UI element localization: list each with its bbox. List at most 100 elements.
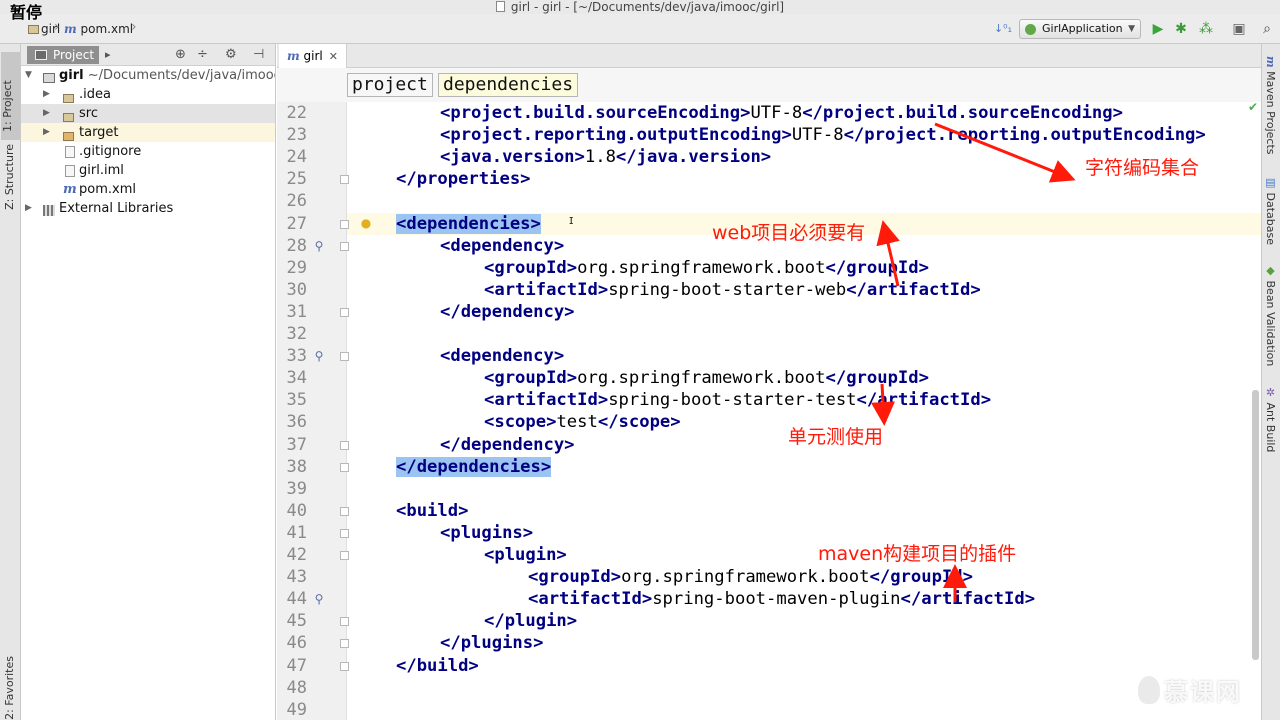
tool-tab-database[interactable]: ▤ Database xyxy=(1264,176,1277,245)
build-icon[interactable]: ↓⁰₁ xyxy=(993,19,1013,39)
code-line: <groupId>org.springframework.boot</group… xyxy=(528,566,973,588)
database-icon: ▤ xyxy=(1264,176,1277,189)
editor-tab-girl[interactable]: m girl ✕ xyxy=(279,44,347,68)
flame-icon xyxy=(1138,676,1160,704)
dependency-gutter-icon[interactable]: ⚲ xyxy=(313,239,325,253)
run-configuration-select[interactable]: GirlApplication ▼ xyxy=(1019,19,1141,39)
xml-text: spring-boot-maven-plugin xyxy=(652,589,901,610)
xml-text: spring-boot-starter-web xyxy=(608,279,847,300)
tree-item-girl[interactable]: ▼ girl ~/Documents/dev/java/imooc/girl xyxy=(21,66,275,85)
maven-icon: m xyxy=(63,182,77,197)
line-number: 46 xyxy=(286,633,307,654)
project-structure-icon[interactable]: ▣ xyxy=(1229,19,1249,39)
tree-item-girl-iml[interactable]: girl.iml xyxy=(21,161,275,180)
spring-boot-icon xyxy=(1025,24,1036,35)
tree-item-idea[interactable]: ▶ .idea xyxy=(21,85,275,104)
xml-text: test xyxy=(556,412,598,433)
xml-text: UTF-8 xyxy=(791,125,844,146)
line-number: 38 xyxy=(286,456,307,477)
line-number: 43 xyxy=(286,567,307,588)
intention-bulb-icon[interactable]: ● xyxy=(360,216,372,230)
tree-item-pom-xml[interactable]: m pom.xml xyxy=(21,180,275,199)
dependency-gutter-icon[interactable]: ⚲ xyxy=(313,592,325,606)
hide-panel-icon[interactable]: ⊣ xyxy=(253,46,264,64)
code-line: </dependency> xyxy=(440,301,575,323)
tree-item-src[interactable]: ▶ src xyxy=(21,104,275,123)
tool-tab-bean-validation[interactable]: ◆ Bean Validation xyxy=(1264,264,1277,366)
xml-tag: <project.build.sourceEncoding> xyxy=(440,103,751,123)
watermark-logo: 慕课网 xyxy=(1138,672,1242,707)
fold-marker-icon[interactable] xyxy=(340,528,349,538)
fold-marker-icon[interactable] xyxy=(340,219,349,229)
nav-crumb-file[interactable]: m pom.xml xyxy=(64,22,133,36)
tree-item-external-libraries[interactable]: ▶ External Libraries xyxy=(21,199,275,218)
tree-item-gitignore[interactable]: .gitignore xyxy=(21,142,275,161)
debug-icon[interactable]: ✱ xyxy=(1171,19,1191,39)
xml-tag: <java.version> xyxy=(440,147,585,168)
xml-tag: </project.build.sourceEncoding> xyxy=(802,103,1123,123)
xml-tag: </dependency> xyxy=(440,301,575,322)
fold-marker-icon[interactable] xyxy=(340,462,349,472)
line-number: 22 xyxy=(286,103,307,123)
line-number: 36 xyxy=(286,412,307,433)
tool-tab-label: Bean Validation xyxy=(1264,280,1277,367)
collapsed-arrow-icon: ▶ xyxy=(43,108,50,118)
tree-item-label: External Libraries xyxy=(59,201,174,216)
fold-marker-icon[interactable] xyxy=(340,506,349,516)
dependency-gutter-icon[interactable]: ⚲ xyxy=(313,349,325,363)
xml-tag: <plugin> xyxy=(484,545,567,565)
tool-tab-structure[interactable]: Z: Structure xyxy=(3,144,16,210)
navigation-bar: girl › m pom.xml › ↓⁰₁ GirlApplication ▼… xyxy=(0,14,1280,44)
project-icon xyxy=(35,50,47,60)
tool-tab-favorites[interactable]: 2: Favorites xyxy=(3,656,16,720)
mouse-cursor-icon: ɪ xyxy=(569,212,574,227)
tool-tab-maven-projects[interactable]: m Maven Projects xyxy=(1264,56,1277,154)
chevron-right-icon: › xyxy=(131,19,137,35)
annotation-encoding: 字符编码集合 xyxy=(1085,157,1200,179)
xml-text: org.springframework.boot xyxy=(577,257,826,278)
bean-icon: ◆ xyxy=(1264,264,1277,277)
line-number: 24 xyxy=(286,147,307,168)
fold-marker-icon[interactable] xyxy=(340,307,349,317)
fold-marker-icon[interactable] xyxy=(340,175,349,185)
locate-icon[interactable]: ⊕ xyxy=(175,46,186,64)
xml-tag: <dependency> xyxy=(440,346,565,367)
code-line: <groupId>org.springframework.boot</group… xyxy=(484,257,929,279)
collapsed-arrow-icon: ▶ xyxy=(43,89,50,99)
check-icon: ✔ xyxy=(1248,100,1259,114)
xml-tag: <artifactId> xyxy=(484,390,609,411)
fold-marker-icon[interactable] xyxy=(340,617,349,627)
tool-tab-label: Database xyxy=(1264,192,1277,246)
xml-text: org.springframework.boot xyxy=(621,567,870,588)
breadcrumb-dependencies[interactable]: dependencies xyxy=(438,73,579,97)
fold-marker-icon[interactable] xyxy=(340,639,349,649)
close-icon[interactable]: ✕ xyxy=(329,50,338,63)
code-line: </properties> xyxy=(396,168,531,190)
breadcrumb-project[interactable]: project xyxy=(347,73,433,97)
coverage-icon[interactable]: ⁂ xyxy=(1196,19,1216,39)
maven-icon: m xyxy=(64,22,77,36)
vertical-scrollbar[interactable] xyxy=(1252,390,1259,660)
tool-tab-ant-build[interactable]: ✲ Ant Build xyxy=(1264,386,1277,452)
line-number: 35 xyxy=(286,390,307,411)
fold-marker-icon[interactable] xyxy=(340,241,349,251)
tool-tab-project[interactable]: 1: Project xyxy=(1,52,20,140)
run-icon[interactable]: ▶ xyxy=(1148,19,1168,39)
fold-marker-icon[interactable] xyxy=(340,440,349,450)
search-icon[interactable]: ⌕ xyxy=(1257,19,1277,39)
fold-marker-icon[interactable] xyxy=(340,661,349,671)
folder-icon xyxy=(28,25,39,34)
line-number: 30 xyxy=(286,279,307,300)
collapse-icon[interactable]: ÷ xyxy=(197,46,208,64)
caret-right-icon[interactable]: ▸ xyxy=(105,46,111,64)
run-configuration-label: GirlApplication xyxy=(1042,22,1123,35)
project-view-selector[interactable]: Project xyxy=(27,46,99,64)
fold-marker-icon[interactable] xyxy=(340,551,349,560)
editor-tab-bar: m girl ✕ xyxy=(277,44,1261,68)
fold-marker-icon[interactable] xyxy=(340,352,349,362)
tree-item-target[interactable]: ▶ target xyxy=(21,123,275,142)
xml-text: UTF-8 xyxy=(750,103,803,123)
xml-tag: <build> xyxy=(396,500,469,521)
tool-tab-label: Ant Build xyxy=(1264,402,1277,453)
gear-icon[interactable]: ⚙ xyxy=(225,46,237,64)
